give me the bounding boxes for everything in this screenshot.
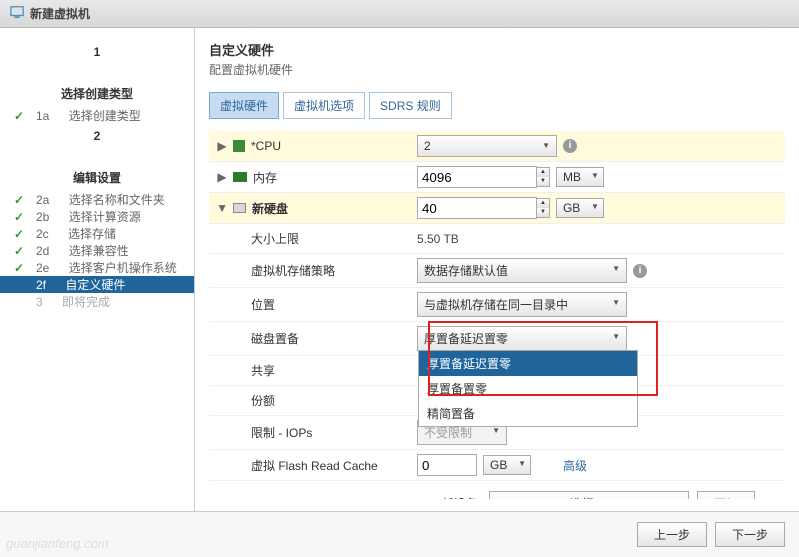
prev-button[interactable]: 上一步 <box>637 522 707 547</box>
shares-label: 份额 <box>251 392 275 409</box>
expand-icon[interactable]: ▶ <box>217 172 227 182</box>
tab-virtual-hardware[interactable]: 虚拟硬件 <box>209 92 279 119</box>
row-location: 位置 与虚拟机存储在同一目录中 <box>209 288 785 322</box>
info-icon[interactable]: i <box>563 139 577 153</box>
cpu-select[interactable]: 2 <box>417 135 557 157</box>
cpu-label: *CPU <box>251 139 281 153</box>
diskprov-menu: 厚置备延迟置零 厚置备置零 精简置备 <box>418 350 638 427</box>
sharing-label: 共享 <box>251 362 275 379</box>
footer: 上一步 下一步 <box>0 511 799 557</box>
disk-size-field[interactable] <box>417 197 537 219</box>
location-label: 位置 <box>251 296 275 313</box>
row-storage-policy: 虚拟机存储策略 数据存储默认值 i <box>209 254 785 288</box>
iops-label: 限制 - IOPs <box>251 424 312 441</box>
flash-unit[interactable]: GB <box>483 455 531 475</box>
row-maxsize: 大小上限 5.50 TB <box>209 224 785 254</box>
row-diskprov: 磁盘置备 厚置备延迟置零 厚置备延迟置零 厚置备置零 精简置备 <box>209 322 785 356</box>
new-device-row: 新设备: ------- 选择 ------- 添加 <box>209 481 785 499</box>
diskprov-label: 磁盘置备 <box>251 330 299 347</box>
row-cpu: ▶ *CPU 2 i <box>209 131 785 162</box>
diskprov-opt-thin[interactable]: 精简置备 <box>419 401 637 426</box>
memory-label: 内存 <box>253 169 277 186</box>
add-device-button[interactable]: 添加 <box>697 491 755 499</box>
check-icon: ✓ <box>14 210 24 224</box>
spin-up-icon[interactable]: ▲ <box>537 199 549 208</box>
newdisk-label: 新硬盘 <box>252 202 288 216</box>
title-bar: 新建虚拟机 <box>0 0 799 28</box>
form-area: ▶ *CPU 2 i ▶ 内存 <box>209 131 785 499</box>
diskprov-opt-thick-lazy[interactable]: 厚置备延迟置零 <box>419 351 637 376</box>
step-2a[interactable]: ✓2a 选择名称和文件夹 <box>0 191 194 208</box>
tab-sdrs-rules[interactable]: SDRS 规则 <box>369 92 452 119</box>
disk-icon <box>233 203 246 213</box>
storagepolicy-label: 虚拟机存储策略 <box>251 262 335 279</box>
row-flash: 虚拟 Flash Read Cache GB 高级 <box>209 450 785 481</box>
page-heading: 自定义硬件 <box>209 40 785 59</box>
storagepolicy-select[interactable]: 数据存储默认值 <box>417 258 627 283</box>
flash-label: 虚拟 Flash Read Cache <box>251 457 378 474</box>
step-2f[interactable]: 2f 自定义硬件 <box>0 276 194 293</box>
check-icon: ✓ <box>14 261 24 275</box>
spin-up-icon[interactable]: ▲ <box>537 168 549 177</box>
maxsize-value: 5.50 TB <box>417 232 459 246</box>
flash-advanced-link[interactable]: 高级 <box>563 457 587 474</box>
memory-field[interactable] <box>417 166 537 188</box>
watermark: guanjianfeng.com <box>6 536 109 551</box>
collapse-icon[interactable]: ▼ <box>217 203 227 213</box>
expand-icon[interactable]: ▶ <box>217 141 227 151</box>
vm-icon <box>10 5 24 22</box>
memory-input[interactable]: ▲▼ <box>417 166 550 188</box>
spin-down-icon[interactable]: ▼ <box>537 177 549 186</box>
newdevice-select[interactable]: ------- 选择 ------- <box>489 491 689 499</box>
maxsize-label: 大小上限 <box>251 230 299 247</box>
check-icon: ✓ <box>14 244 24 258</box>
spin-down-icon[interactable]: ▼ <box>537 208 549 217</box>
check-icon: ✓ <box>14 227 24 241</box>
step-1[interactable]: 1 选择创建类型 <box>0 40 194 107</box>
disk-size-input[interactable]: ▲▼ <box>417 197 550 219</box>
memory-unit[interactable]: MB <box>556 167 604 187</box>
row-memory: ▶ 内存 ▲▼ MB <box>209 162 785 193</box>
wizard-sidebar: 1 选择创建类型 ✓1a 选择创建类型 2 编辑设置 ✓2a 选择名称和文件夹 … <box>0 28 195 511</box>
row-newdisk: ▼ 新硬盘 ▲▼ GB <box>209 193 785 224</box>
check-icon: ✓ <box>14 193 24 207</box>
step-3: 3 即将完成 <box>0 293 194 310</box>
disk-unit[interactable]: GB <box>556 198 604 218</box>
diskprov-opt-thick-eager[interactable]: 厚置备置零 <box>419 376 637 401</box>
window-title: 新建虚拟机 <box>30 5 90 22</box>
location-select[interactable]: 与虚拟机存储在同一目录中 <box>417 292 627 317</box>
step-2d[interactable]: ✓2d 选择兼容性 <box>0 242 194 259</box>
check-icon: ✓ <box>14 109 24 123</box>
step-2e[interactable]: ✓2e 选择客户机操作系统 <box>0 259 194 276</box>
step-2b[interactable]: ✓2b 选择计算资源 <box>0 208 194 225</box>
tab-vm-options[interactable]: 虚拟机选项 <box>283 92 365 119</box>
flash-input[interactable] <box>417 454 477 476</box>
page-subheading: 配置虚拟机硬件 <box>209 61 785 78</box>
newdevice-label: 新设备: <box>442 495 481 499</box>
info-icon[interactable]: i <box>633 264 647 278</box>
tabs: 虚拟硬件 虚拟机选项 SDRS 规则 <box>209 92 785 119</box>
step-1a[interactable]: ✓1a 选择创建类型 <box>0 107 194 124</box>
memory-icon <box>233 172 247 182</box>
step-2[interactable]: 2 编辑设置 <box>0 124 194 191</box>
cpu-icon <box>233 140 245 152</box>
step-2c[interactable]: ✓2c 选择存储 <box>0 225 194 242</box>
next-button[interactable]: 下一步 <box>715 522 785 547</box>
diskprov-select[interactable]: 厚置备延迟置零 厚置备延迟置零 厚置备置零 精简置备 <box>417 326 627 351</box>
